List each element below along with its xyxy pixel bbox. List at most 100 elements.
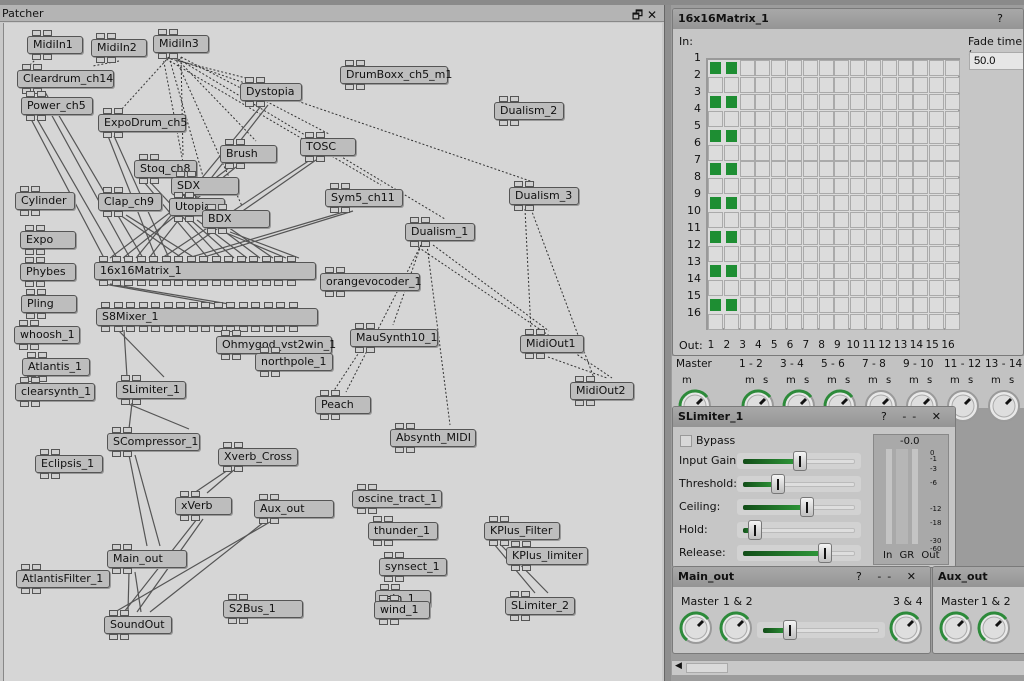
input-port[interactable] <box>43 30 52 36</box>
solo-button[interactable]: s <box>804 375 809 386</box>
matrix-cell[interactable] <box>881 110 897 127</box>
patcher-node[interactable]: Cylinder <box>15 186 75 216</box>
matrix-cell[interactable] <box>802 161 818 178</box>
output-port[interactable] <box>366 347 375 353</box>
matrix-cell[interactable] <box>945 161 960 178</box>
input-port[interactable] <box>121 375 130 381</box>
input-port[interactable] <box>180 491 189 497</box>
input-port[interactable] <box>114 108 123 114</box>
matrix-cell[interactable] <box>929 245 945 262</box>
input-port[interactable] <box>174 256 183 262</box>
output-port[interactable] <box>136 280 146 286</box>
patcher-node[interactable]: MidiIn3 <box>153 29 209 59</box>
patcher-node[interactable]: Peach <box>315 390 371 420</box>
minimize-button[interactable]: -- <box>877 570 897 583</box>
input-port[interactable] <box>22 64 31 70</box>
output-port[interactable] <box>174 216 183 222</box>
input-port[interactable] <box>26 289 35 295</box>
matrix-cell[interactable] <box>818 279 834 296</box>
solo-button[interactable]: s <box>845 375 850 386</box>
patcher-node[interactable]: wind_1 <box>374 595 430 625</box>
patcher-node[interactable]: Dystopia <box>240 77 302 107</box>
output-port[interactable] <box>103 132 112 138</box>
matrix-cell[interactable] <box>834 144 850 161</box>
input-port[interactable] <box>331 390 340 396</box>
input-port[interactable] <box>510 591 519 597</box>
input-port[interactable] <box>139 154 148 160</box>
matrix-cell[interactable] <box>929 144 945 161</box>
matrix-cell[interactable] <box>945 76 960 93</box>
matrix-cell[interactable] <box>850 296 866 313</box>
patcher-canvas[interactable]: MidiIn1 MidiIn2 MidiIn3 Cleardrum_ch14 Power… <box>3 23 662 681</box>
input-port[interactable] <box>270 494 279 500</box>
patcher-node[interactable]: whoosh_1 <box>14 320 80 350</box>
output-port[interactable] <box>357 508 366 514</box>
matrix-cell[interactable] <box>881 195 897 212</box>
input-port[interactable] <box>31 377 40 383</box>
matrix-cell[interactable] <box>739 262 755 279</box>
output-port[interactable] <box>120 634 129 640</box>
matrix-cell[interactable] <box>802 195 818 212</box>
input-port[interactable] <box>356 60 365 66</box>
matrix-cell[interactable] <box>723 110 739 127</box>
input-port[interactable] <box>320 390 329 396</box>
matrix-cell[interactable] <box>723 93 739 110</box>
output-port[interactable] <box>232 354 241 360</box>
matrix-cell[interactable] <box>708 161 723 178</box>
matrix-cell[interactable] <box>739 313 755 330</box>
matrix-cell[interactable] <box>945 229 960 245</box>
output-port[interactable] <box>36 249 45 255</box>
matrix-cell[interactable] <box>755 212 771 229</box>
restore-icon[interactable]: 🗗 <box>632 8 643 22</box>
output-port[interactable] <box>51 473 60 479</box>
matrix-cell[interactable] <box>771 161 787 178</box>
matrix-cell[interactable] <box>739 127 755 144</box>
output-port[interactable] <box>109 634 118 640</box>
matrix-cell[interactable] <box>850 279 866 296</box>
knob[interactable] <box>679 611 713 645</box>
matrix-cell[interactable] <box>834 229 850 245</box>
input-port[interactable] <box>499 96 508 102</box>
matrix-cell[interactable] <box>850 144 866 161</box>
matrix-cell[interactable] <box>866 161 881 178</box>
matrix-cell[interactable] <box>866 110 881 127</box>
input-port[interactable] <box>288 302 298 308</box>
output-port[interactable] <box>256 101 265 107</box>
matrix-cell[interactable] <box>866 313 881 330</box>
matrix-cell[interactable] <box>818 178 834 195</box>
output-port[interactable] <box>123 568 132 574</box>
input-port[interactable] <box>224 256 233 262</box>
matrix-cell[interactable] <box>897 229 913 245</box>
matrix-cell[interactable] <box>818 60 834 76</box>
matrix-cell[interactable] <box>897 279 913 296</box>
matrix-cell[interactable] <box>913 110 929 127</box>
matrix-cell[interactable] <box>802 313 818 330</box>
input-port[interactable] <box>51 449 60 455</box>
matrix-cell[interactable] <box>913 313 929 330</box>
matrix-cell[interactable] <box>723 60 739 76</box>
patcher-node[interactable]: BDX <box>202 204 270 234</box>
input-port[interactable] <box>384 516 393 522</box>
matrix-cell[interactable] <box>881 60 897 76</box>
patcher-node[interactable]: xVerb <box>175 491 232 521</box>
matrix-cell[interactable] <box>802 144 818 161</box>
matrix-cell[interactable] <box>787 161 802 178</box>
matrix-cell[interactable] <box>866 279 881 296</box>
output-port[interactable] <box>174 280 183 286</box>
output-port[interactable] <box>239 618 248 624</box>
output-port[interactable] <box>421 241 430 247</box>
matrix-cell[interactable] <box>850 262 866 279</box>
matrix-cell[interactable] <box>787 127 802 144</box>
input-port[interactable] <box>150 154 159 160</box>
matrix-cell[interactable] <box>739 229 755 245</box>
input-port[interactable] <box>103 187 112 193</box>
matrix-cell[interactable] <box>771 60 787 76</box>
matrix-cell[interactable] <box>881 245 897 262</box>
patcher-node[interactable]: SLimiter_1 <box>116 375 186 405</box>
matrix-cell[interactable] <box>881 212 897 229</box>
matrix-cell[interactable] <box>739 195 755 212</box>
matrix-cell[interactable] <box>708 110 723 127</box>
input-port[interactable] <box>151 302 160 308</box>
matrix-cell[interactable] <box>945 93 960 110</box>
matrix-cell[interactable] <box>897 93 913 110</box>
